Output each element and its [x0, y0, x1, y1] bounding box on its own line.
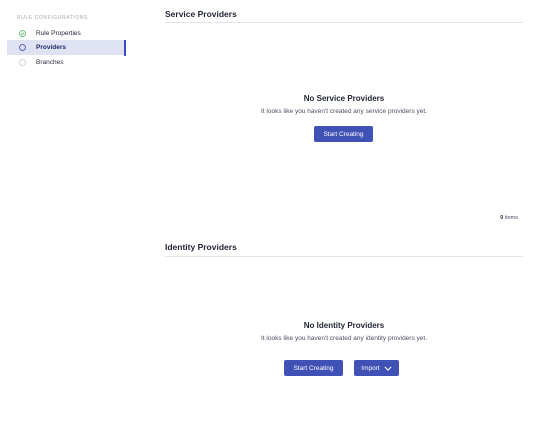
service-providers-title: Service Providers	[165, 9, 237, 19]
check-circle-icon	[14, 26, 30, 40]
start-creating-identity-provider-button[interactable]: Start Creating	[284, 360, 343, 376]
circle-icon	[14, 55, 30, 69]
circle-icon	[14, 41, 30, 55]
identity-providers-empty-title: No Identity Providers	[303, 321, 385, 330]
service-providers-empty-title: No Service Providers	[303, 94, 385, 103]
start-creating-service-provider-button[interactable]: Start Creating	[314, 126, 373, 142]
button-label: Start Creating	[293, 364, 334, 372]
active-indicator	[124, 40, 126, 56]
sidebar-item-providers[interactable]: Providers	[7, 40, 126, 56]
sidebar-item-branches[interactable]: Branches	[7, 55, 124, 69]
sidebar-heading: RULE CONFIGURATIONS	[17, 15, 89, 21]
button-label: Start Creating	[323, 130, 364, 138]
identity-providers-empty-desc: It looks like you haven't created any id…	[261, 335, 427, 342]
sidebar: RULE CONFIGURATIONS Rule Properties Prov…	[0, 0, 126, 421]
sidebar-item-label: Rule Properties	[36, 29, 81, 37]
divider	[165, 256, 523, 257]
chevron-down-icon	[384, 366, 392, 371]
service-providers-empty-desc: It looks like you haven't created any se…	[261, 108, 427, 115]
identity-providers-title: Identity Providers	[165, 242, 237, 252]
items-count: 0 items	[500, 215, 518, 221]
items-count-value: 0	[500, 215, 504, 221]
sidebar-item-rule-properties[interactable]: Rule Properties	[7, 26, 124, 40]
rule-configuration-page: RULE CONFIGURATIONS Rule Properties Prov…	[0, 0, 540, 421]
items-count-unit: items	[504, 215, 518, 221]
sidebar-item-label: Branches	[36, 58, 64, 66]
button-label: Import	[361, 364, 380, 372]
divider	[165, 22, 523, 23]
import-button[interactable]: Import	[354, 360, 399, 376]
sidebar-item-label: Providers	[36, 44, 66, 51]
